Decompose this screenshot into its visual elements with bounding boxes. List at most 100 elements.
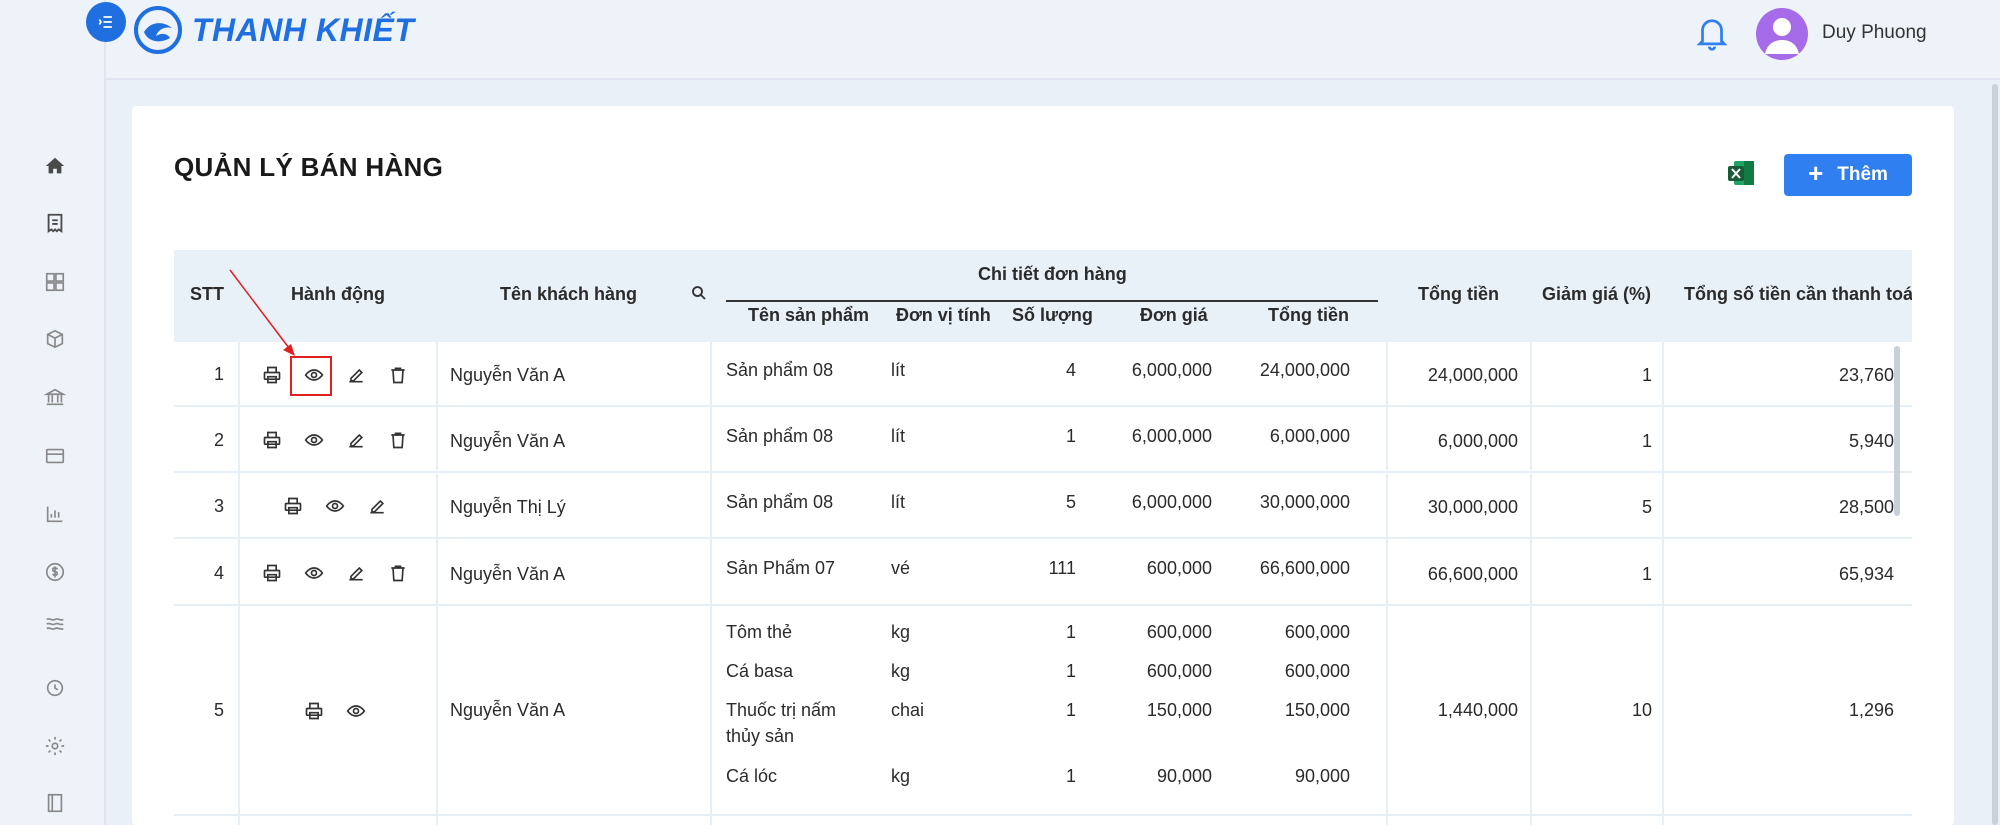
cell-total: 66,600,000 xyxy=(1427,564,1518,584)
settings-icon[interactable] xyxy=(42,733,68,759)
cell-unit: kg xyxy=(891,661,911,681)
cell-payable: 65,934 xyxy=(1838,564,1894,584)
menu-icon xyxy=(98,16,112,28)
cell-product: Tôm thẻ xyxy=(726,622,793,642)
page-scrollbar[interactable] xyxy=(1992,84,1998,825)
print-icon[interactable] xyxy=(281,494,305,518)
cell-line-total: 66,600,000 xyxy=(1259,558,1350,578)
cell-total: 30,000,000 xyxy=(1427,497,1518,517)
book-icon[interactable] xyxy=(42,790,68,816)
cell-discount: 1 xyxy=(1641,431,1652,451)
delete-icon[interactable] xyxy=(386,363,410,387)
table-scrollbar[interactable] xyxy=(1894,346,1900,516)
edit-icon[interactable] xyxy=(365,494,389,518)
cell-product: Sản Phẩm 07 xyxy=(726,558,836,578)
cell-unit: lít xyxy=(891,426,906,446)
page-title: QUẢN LÝ BÁN HÀNG xyxy=(174,152,444,182)
view-icon[interactable] xyxy=(302,561,326,585)
cell-payable: 23,760 xyxy=(1838,365,1894,385)
cell-price: 90,000 xyxy=(1156,766,1212,786)
history-icon[interactable] xyxy=(42,675,68,701)
header-line-total: Tổng tiền xyxy=(1268,305,1349,325)
header-discount: Giảm giá (%) xyxy=(1542,284,1652,304)
cell-stt: 1 xyxy=(214,364,225,384)
edit-icon[interactable] xyxy=(344,363,368,387)
add-button-label: Thêm xyxy=(1837,164,1888,185)
cell-product-line2: thủy sản xyxy=(726,726,795,746)
add-button[interactable]: + Thêm xyxy=(1784,154,1912,196)
cell-line-total: 150,000 xyxy=(1284,700,1350,720)
cell-qty: 1 xyxy=(1065,766,1076,786)
header-customer: Tên khách hàng xyxy=(500,284,638,304)
cell-qty: 111 xyxy=(1048,558,1076,578)
header-actions: Hành động xyxy=(291,284,385,304)
notification-bell-icon[interactable] xyxy=(1695,14,1729,52)
print-icon[interactable] xyxy=(260,363,284,387)
cell-customer: Nguyễn Thị Lý xyxy=(450,497,566,517)
cell-discount: 10 xyxy=(1631,700,1652,720)
excel-export-icon[interactable] xyxy=(1726,158,1756,188)
cell-product: Cá lóc xyxy=(726,766,778,786)
cell-unit: lít xyxy=(891,492,906,512)
invoice-icon[interactable] xyxy=(42,210,68,236)
app-logo[interactable]: THANH KHIẾT xyxy=(132,4,414,56)
view-icon[interactable] xyxy=(302,428,326,452)
cell-qty: 1 xyxy=(1065,622,1076,642)
header-product: Tên sản phẩm xyxy=(748,305,870,325)
home-icon[interactable] xyxy=(42,153,68,179)
header-payable: Tổng số tiền cần thanh toán xyxy=(1684,284,1912,304)
cell-product: Thuốc trị nấm xyxy=(726,700,837,720)
cell-price: 600,000 xyxy=(1146,558,1212,578)
bank-icon[interactable] xyxy=(42,384,68,410)
delete-icon[interactable] xyxy=(386,428,410,452)
cell-stt: 2 xyxy=(214,430,225,450)
print-icon[interactable] xyxy=(302,699,326,723)
cell-customer: Nguyễn Văn A xyxy=(450,700,566,720)
wallet-icon[interactable] xyxy=(42,443,68,469)
view-icon[interactable] xyxy=(302,363,326,387)
bar-chart-icon[interactable] xyxy=(42,501,68,527)
cell-qty: 4 xyxy=(1065,360,1076,380)
cell-unit: kg xyxy=(891,622,911,642)
dollar-icon[interactable] xyxy=(42,559,68,585)
cell-product: Sản phẩm 08 xyxy=(726,360,834,380)
user-avatar[interactable] xyxy=(1756,8,1808,60)
table-header: STT Hành động Tên khách hàng Chi tiết đơ… xyxy=(174,250,1912,342)
header-stt: STT xyxy=(190,284,224,304)
header-qty: Số lượng xyxy=(1012,305,1093,325)
menu-toggle-button[interactable] xyxy=(86,2,126,42)
cell-price: 6,000,000 xyxy=(1131,492,1212,512)
view-icon[interactable] xyxy=(344,699,368,723)
cell-product: Cá basa xyxy=(726,661,794,681)
cell-line-total: 600,000 xyxy=(1284,661,1350,681)
package-icon[interactable] xyxy=(42,326,68,352)
cell-total: 6,000,000 xyxy=(1437,431,1518,451)
cell-payable: 1,296 xyxy=(1848,700,1894,720)
cell-payable: 5,940 xyxy=(1848,431,1894,451)
cell-stt: 5 xyxy=(214,700,225,720)
cell-unit: vé xyxy=(891,558,911,578)
cell-line-total: 24,000,000 xyxy=(1259,360,1350,380)
print-icon[interactable] xyxy=(260,428,284,452)
edit-icon[interactable] xyxy=(344,561,368,585)
cell-line-total: 30,000,000 xyxy=(1259,492,1350,512)
search-icon[interactable] xyxy=(690,284,708,302)
cell-discount: 1 xyxy=(1641,365,1652,385)
grid-icon[interactable] xyxy=(42,269,68,295)
header-unit: Đơn vị tính xyxy=(896,305,991,325)
user-name[interactable]: Duy Phuong xyxy=(1822,22,1927,44)
edit-icon[interactable] xyxy=(344,428,368,452)
cell-qty: 1 xyxy=(1065,426,1076,446)
cell-discount: 5 xyxy=(1641,497,1652,517)
cell-line-total: 90,000 xyxy=(1294,766,1350,786)
print-icon[interactable] xyxy=(260,561,284,585)
delete-icon[interactable] xyxy=(386,561,410,585)
cell-total: 24,000,000 xyxy=(1427,365,1518,385)
water-icon[interactable] xyxy=(42,611,68,637)
header-price: Đơn giá xyxy=(1140,305,1208,325)
view-icon[interactable] xyxy=(323,494,347,518)
cell-unit: kg xyxy=(891,766,911,786)
cell-payable: 28,500 xyxy=(1838,497,1894,517)
cell-qty: 5 xyxy=(1065,492,1076,512)
header-divider xyxy=(726,300,1378,302)
